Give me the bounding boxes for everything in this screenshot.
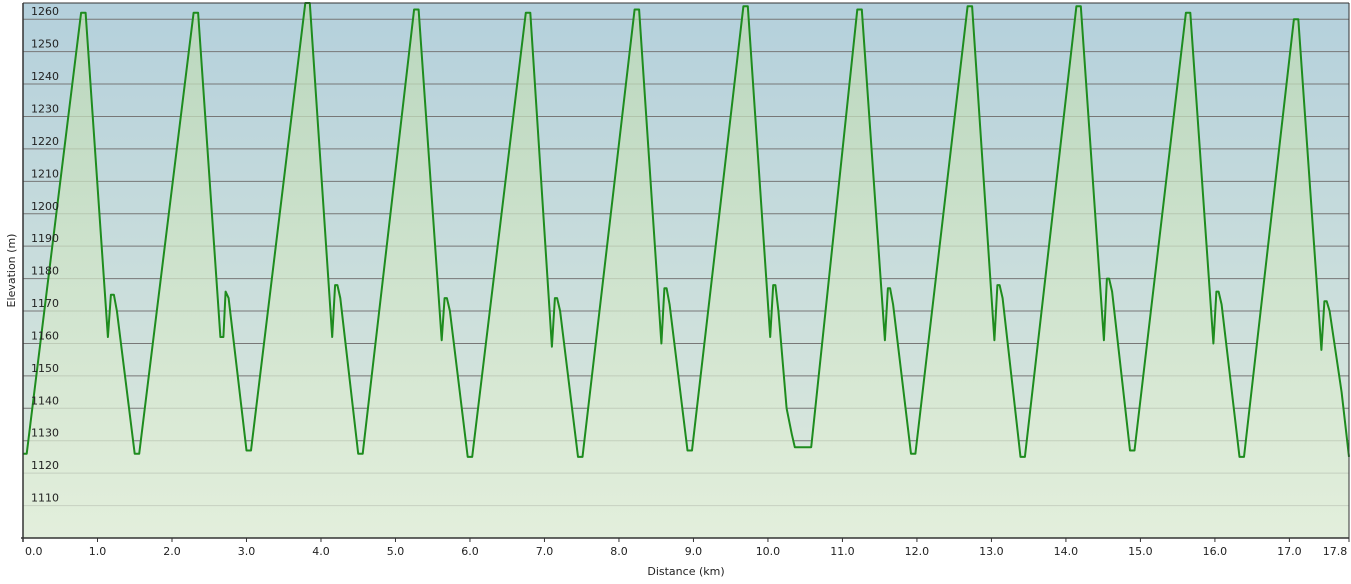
x-tick-label: 4.0 [312, 545, 330, 558]
y-tick-label: 1140 [31, 394, 59, 407]
y-tick-label: 1170 [31, 297, 59, 310]
y-tick-label: 1110 [31, 492, 59, 505]
x-tick-label: 13.0 [979, 545, 1004, 558]
x-tick-label: 14.0 [1054, 545, 1079, 558]
y-tick-label: 1130 [31, 427, 59, 440]
y-tick-label: 1260 [31, 5, 59, 18]
y-tick-label: 1180 [31, 265, 59, 278]
x-tick-label: 8.0 [610, 545, 628, 558]
x-tick-label: 10.0 [756, 545, 781, 558]
y-tick-label: 1210 [31, 167, 59, 180]
elevation-chart-svg: 1110 1120 1130 1140 1150 1160 1170 1180 1190 1200… [5, 2, 1350, 578]
x-tick-label: 11.0 [830, 545, 855, 558]
y-tick-label: 1190 [31, 232, 59, 245]
y-tick-label: 1150 [31, 362, 59, 375]
y-tick-label: 1230 [31, 102, 59, 115]
y-axis-title: Elevation (m) [5, 234, 18, 308]
y-tick-label: 1250 [31, 38, 59, 51]
x-tick-label: 17.8 [1323, 545, 1348, 558]
x-axis-title: Distance (km) [647, 565, 724, 578]
y-tick-label: 1160 [31, 329, 59, 342]
y-tick-label: 1240 [31, 70, 59, 83]
x-tick-label: 0.0 [25, 545, 43, 558]
x-axis-tick-labels: 0.0 1.0 2.0 3.0 4.0 5.0 6.0 7.0 8.0 9.0 10.0 11.0 12… [25, 545, 1347, 558]
x-tick-label: 3.0 [238, 545, 256, 558]
x-tick-label: 15.0 [1128, 545, 1153, 558]
y-tick-label: 1220 [31, 135, 59, 148]
x-tick-label: 5.0 [387, 545, 405, 558]
x-tick-label: 16.0 [1203, 545, 1228, 558]
elevation-chart: 1110 1120 1130 1140 1150 1160 1170 1180 1190 1200… [0, 0, 1351, 584]
x-tick-label: 1.0 [89, 545, 107, 558]
y-tick-label: 1120 [31, 459, 59, 472]
x-tick-label: 17.0 [1277, 545, 1302, 558]
x-tick-label: 9.0 [685, 545, 703, 558]
x-tick-label: 2.0 [163, 545, 181, 558]
x-tick-label: 6.0 [461, 545, 479, 558]
x-tick-label: 12.0 [905, 545, 930, 558]
x-tick-label: 7.0 [536, 545, 554, 558]
y-tick-label: 1200 [31, 200, 59, 213]
